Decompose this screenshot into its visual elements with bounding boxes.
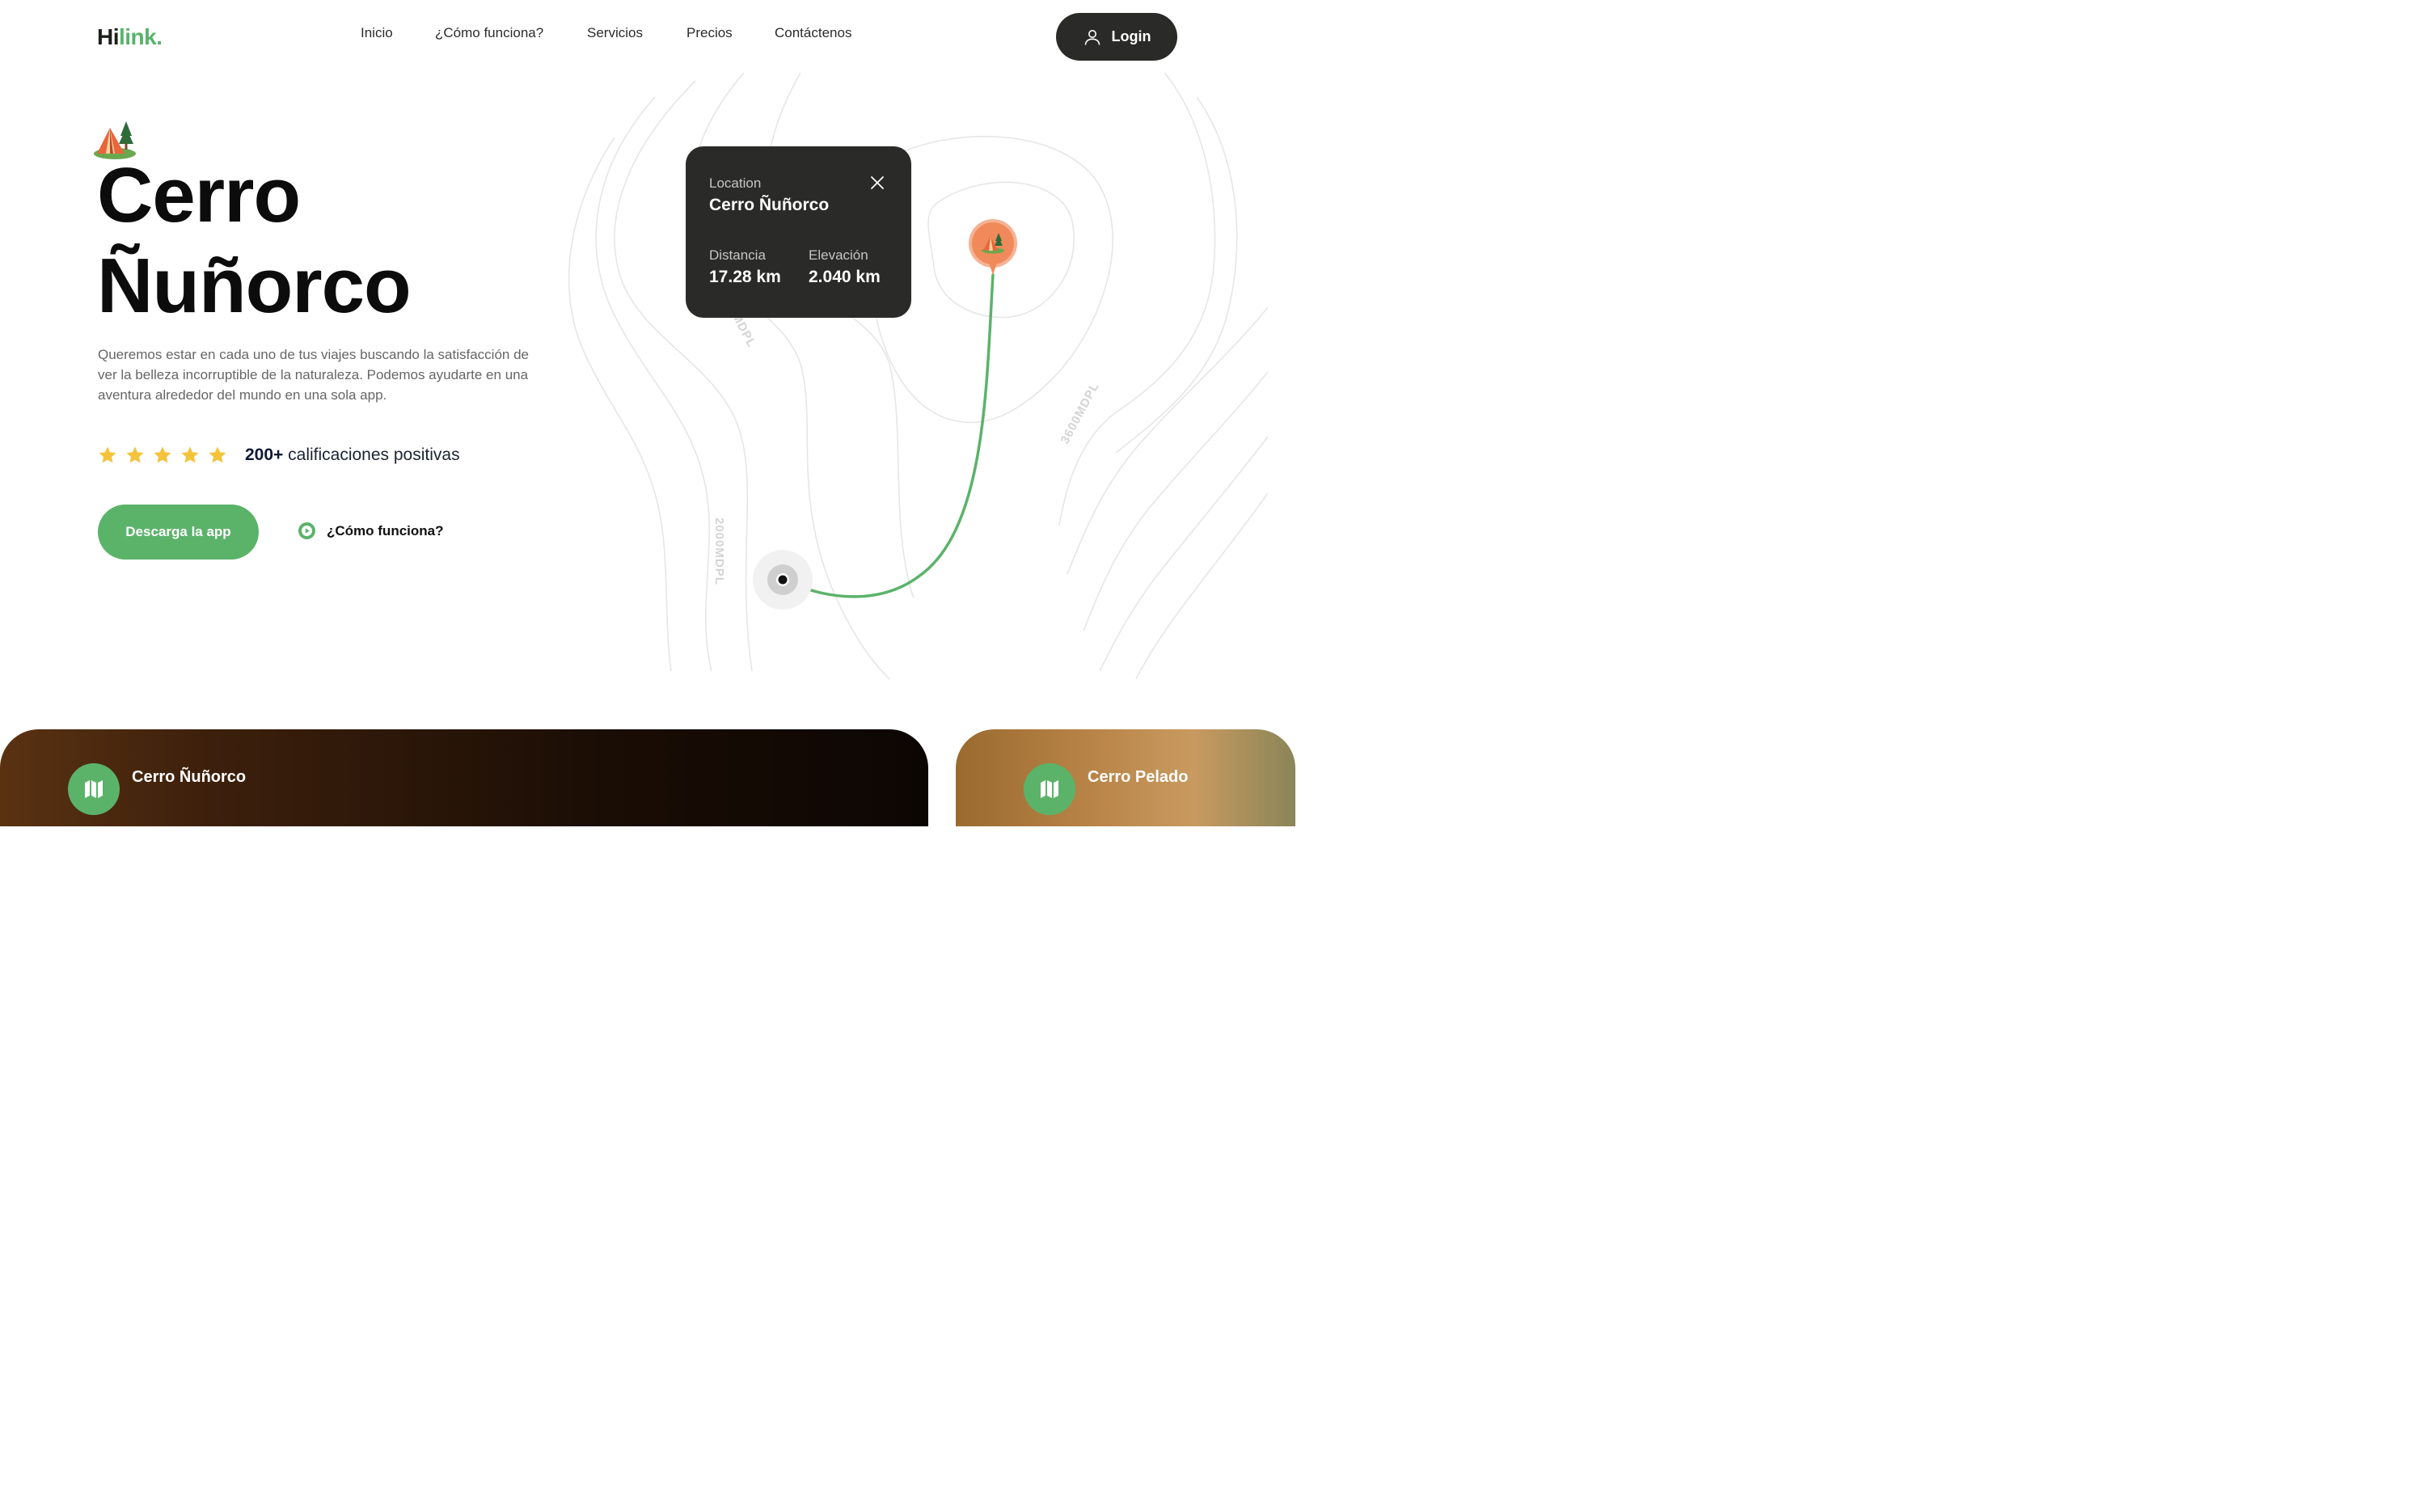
how-it-works-label: ¿Cómo funciona? [327, 522, 444, 538]
title-line-2: Ñuñorco [97, 243, 412, 329]
destination-card-1[interactable]: Cerro Ñuñorco [0, 729, 928, 826]
download-app-button[interactable]: Descarga la app [98, 505, 259, 560]
logo[interactable]: Hilink. [97, 24, 163, 50]
nav-servicios[interactable]: Servicios [587, 25, 643, 41]
destination-card-2[interactable]: Cerro Pelado [956, 729, 1295, 826]
star-icon [209, 446, 226, 463]
distance-label: Distancia [709, 247, 766, 263]
location-label: Location [709, 175, 762, 191]
star-icon [181, 446, 199, 463]
star-icon [154, 446, 171, 463]
rating-count: 200+ [245, 446, 284, 464]
user-icon [1084, 29, 1100, 45]
rating-text: 200+ calificaciones positivas [245, 446, 460, 465]
star-icon [126, 446, 144, 463]
how-it-works-link[interactable]: ¿Cómo funciona? [298, 522, 443, 539]
card-icon-button[interactable] [1024, 763, 1075, 815]
login-label: Login [1111, 28, 1151, 44]
hero-description: Queremos estar en cada uno de tus viajes… [98, 347, 529, 403]
svg-text:3600MDPL: 3600MDPL [1058, 380, 1102, 446]
nav-como-funciona[interactable]: ¿Cómo funciona? [435, 25, 543, 41]
elevation-value: 2.040 km [809, 268, 881, 286]
elevation-label: Elevación [809, 247, 868, 263]
star-rating [98, 446, 227, 465]
logo-part-1: Hi [97, 24, 120, 49]
location-card: Location Cerro Ñuñorco Distancia 17.28 k… [686, 146, 911, 318]
nav-inicio[interactable]: Inicio [361, 25, 393, 41]
title-line-1: Cerro [97, 152, 301, 239]
nav-precios[interactable]: Precios [686, 25, 733, 41]
svg-text:2000MDPL: 2000MDPL [712, 517, 726, 585]
play-icon [298, 522, 315, 539]
distance-value: 17.28 km [709, 268, 781, 286]
close-icon[interactable] [868, 174, 886, 192]
star-icon [99, 446, 116, 463]
login-button[interactable]: Login [1056, 13, 1177, 61]
card-title: Cerro Pelado [1088, 768, 1189, 786]
map-icon [85, 780, 103, 798]
page-title: Cerro Ñuñorco [97, 150, 412, 332]
rating-label: calificaciones positivas [283, 446, 460, 464]
map-icon [1041, 780, 1058, 798]
start-point-marker[interactable] [753, 550, 813, 610]
destination-pin[interactable] [967, 218, 1019, 277]
location-name: Cerro Ñuñorco [709, 196, 830, 214]
nav-contactenos[interactable]: Contáctenos [775, 25, 851, 41]
card-title: Cerro Ñuñorco [132, 768, 247, 786]
logo-part-2: link. [119, 24, 163, 49]
card-icon-button[interactable] [68, 763, 120, 815]
rating: 200+ calificaciones positivas [98, 443, 460, 467]
